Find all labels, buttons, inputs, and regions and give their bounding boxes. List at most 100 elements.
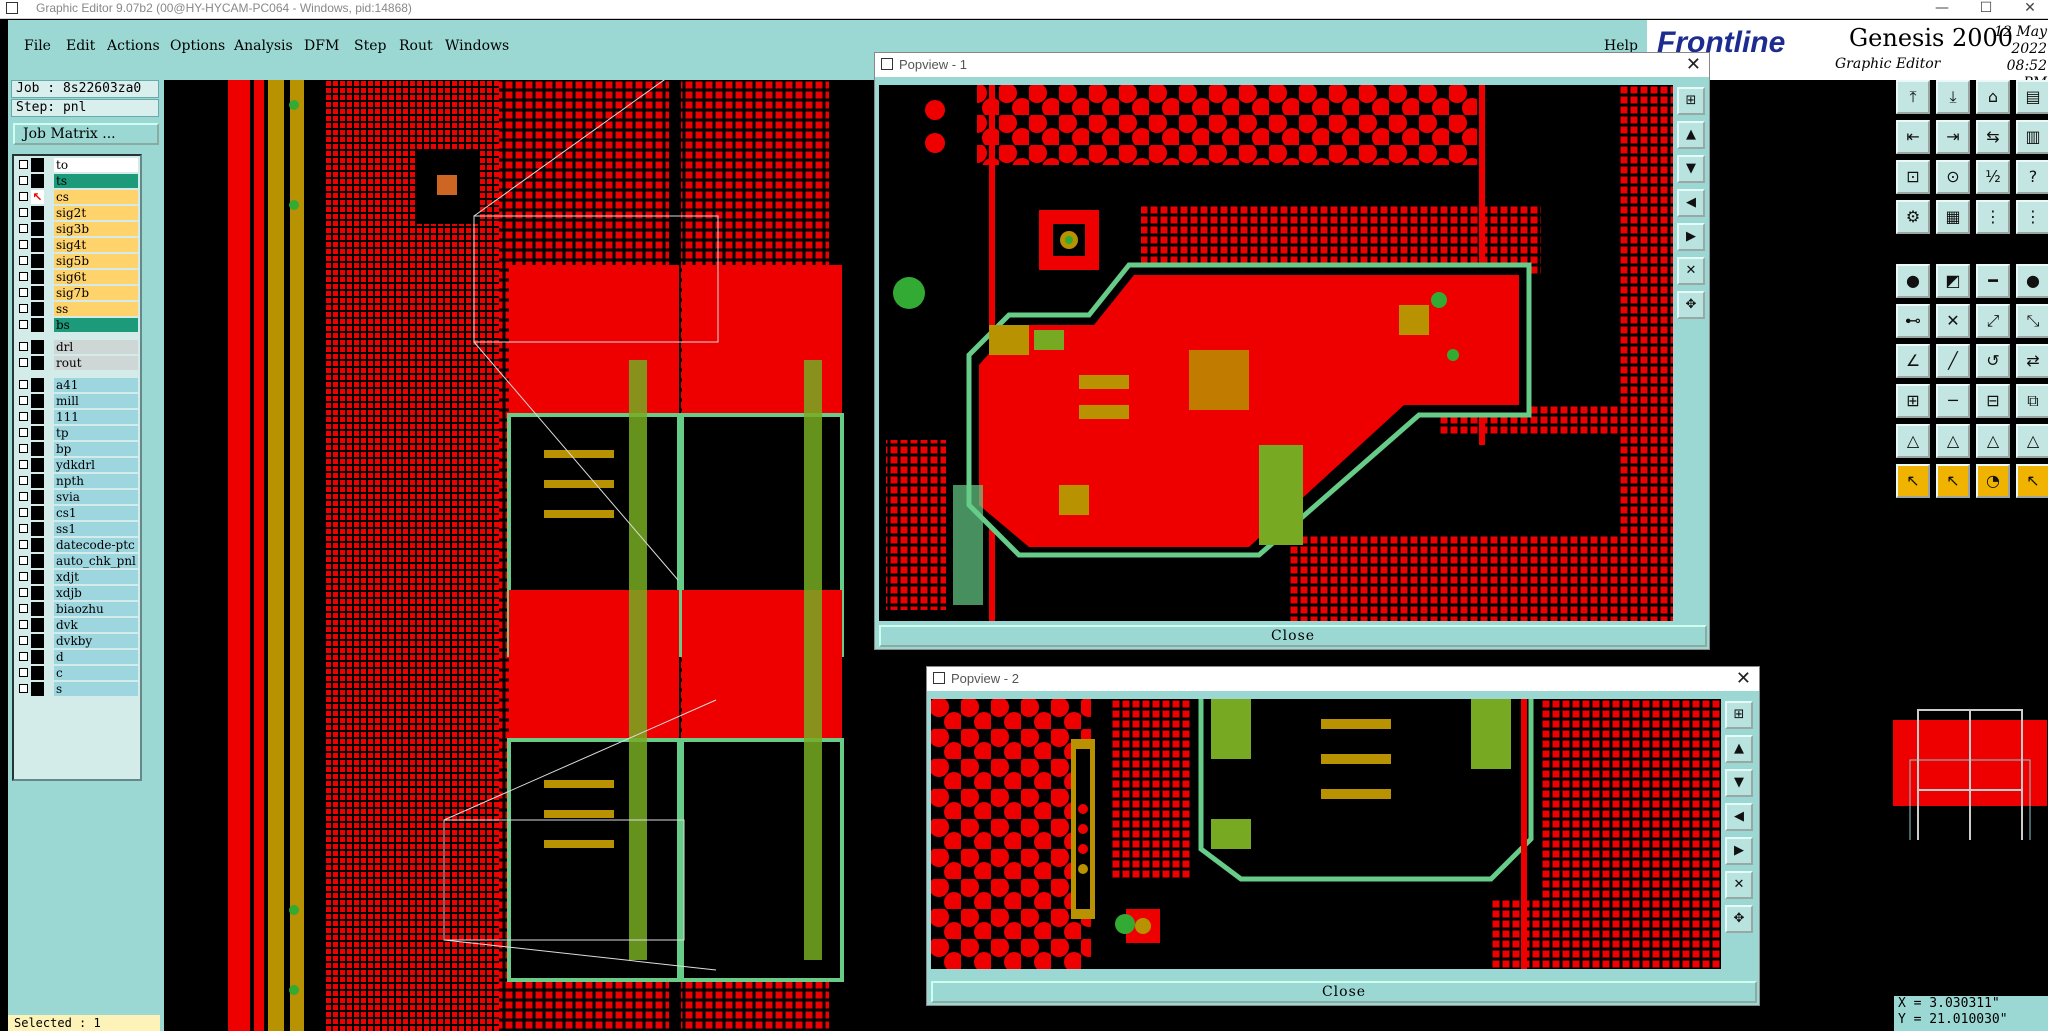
layer-marker[interactable] [31,174,44,188]
tool-9-2-icon[interactable]: ◔ [1976,464,2010,498]
popview-2-close-button[interactable]: Close [931,981,1757,1003]
tool-2-1-icon[interactable]: ⊙ [1936,160,1970,194]
tool-9-0-icon[interactable]: ↖ [1896,464,1930,498]
layer-marker[interactable] [31,410,44,424]
layer-name[interactable]: sig5b [54,254,138,268]
popview-1-close-button[interactable]: Close [879,625,1707,647]
layer-row-cs[interactable]: ↖ cs [14,190,140,204]
layer-name[interactable]: biaozhu [54,602,138,616]
tool-7-1-icon[interactable]: ─ [1936,384,1970,418]
layer-marker[interactable] [31,254,44,268]
tool-9-3-icon[interactable]: ↖ [2016,464,2048,498]
popview-1-zoom-in-icon[interactable]: ▲ [1677,121,1705,149]
layer-row-npth[interactable]: npth [14,474,140,488]
layer-name[interactable]: bp [54,442,138,456]
popview-2-zoom-in-icon[interactable]: ▲ [1725,735,1753,763]
layer-checkbox[interactable] [19,192,28,201]
menu-options[interactable]: Options [170,38,225,54]
tool-1-2-icon[interactable]: ⇆ [1976,120,2010,154]
tool-1-1-icon[interactable]: ⇥ [1936,120,1970,154]
tool-9-1-icon[interactable]: ↖ [1936,464,1970,498]
layer-row-a41[interactable]: a41 [14,378,140,392]
layer-checkbox[interactable] [19,160,28,169]
tool-1-0-icon[interactable]: ⇤ [1896,120,1930,154]
layer-checkbox[interactable] [19,476,28,485]
layer-row-ss[interactable]: ss [14,302,140,316]
menu-dfm[interactable]: DFM [304,38,339,54]
popview-1-zoom-fit-icon[interactable]: ⊞ [1677,87,1705,115]
tool-0-2-icon[interactable]: ⌂ [1976,80,2010,114]
tool-0-3-icon[interactable]: ▤ [2016,80,2048,114]
popview-2-canvas[interactable] [931,699,1721,969]
layer-row-111[interactable]: 111 [14,410,140,424]
layer-row-sig7b[interactable]: sig7b [14,286,140,300]
layer-checkbox[interactable] [19,524,28,533]
popview-1-home-icon[interactable]: ✥ [1677,291,1705,319]
layer-marker[interactable] [31,206,44,220]
tool-4-1-icon[interactable]: ◩ [1936,264,1970,298]
tool-4-0-icon[interactable]: ● [1896,264,1930,298]
popview-2-close-icon[interactable]: ✕ [1736,667,1751,691]
tool-3-3-icon[interactable]: ⋮ [2016,200,2048,234]
layer-name[interactable]: ss [54,302,138,316]
tool-5-2-icon[interactable]: ⤢ [1976,304,2010,338]
layer-checkbox[interactable] [19,492,28,501]
layer-name[interactable]: ss1 [54,522,138,536]
layer-row-sig3b[interactable]: sig3b [14,222,140,236]
layer-marker[interactable] [31,442,44,456]
layer-row-d[interactable]: d [14,650,140,664]
tool-2-3-icon[interactable]: ? [2016,160,2048,194]
layer-checkbox[interactable] [19,240,28,249]
layer-row-cs1[interactable]: cs1 [14,506,140,520]
popview-1-pan-left-icon[interactable]: ◀ [1677,189,1705,217]
tool-2-0-icon[interactable]: ⊡ [1896,160,1930,194]
layer-name[interactable]: datecode-ptc [54,538,138,552]
layer-marker[interactable] [31,474,44,488]
layer-row-dvkby[interactable]: dvkby [14,634,140,648]
layer-row-ts[interactable]: ts [14,174,140,188]
layer-checkbox[interactable] [19,380,28,389]
layer-marker[interactable] [31,650,44,664]
layer-row-xdjb[interactable]: xdjb [14,586,140,600]
layer-checkbox[interactable] [19,272,28,281]
minimize-button[interactable]: — [1922,0,1962,18]
layer-checkbox[interactable] [19,620,28,629]
layer-marker[interactable] [31,634,44,648]
layer-row-bs[interactable]: bs [14,318,140,332]
layer-name[interactable]: sig2t [54,206,138,220]
layer-row-xdjt[interactable]: xdjt [14,570,140,584]
layer-marker[interactable] [31,618,44,632]
layer-marker[interactable] [31,270,44,284]
layer-row-svia[interactable]: svia [14,490,140,504]
layer-checkbox[interactable] [19,288,28,297]
layer-row-auto_chk_pnl[interactable]: auto_chk_pnl [14,554,140,568]
layer-name[interactable]: to [54,158,138,172]
layer-checkbox[interactable] [19,540,28,549]
tool-4-2-icon[interactable]: ━ [1976,264,2010,298]
layer-marker[interactable] [31,506,44,520]
layer-marker[interactable] [31,522,44,536]
layer-checkbox[interactable] [19,556,28,565]
layer-checkbox[interactable] [19,604,28,613]
popview-2-pan-right-icon[interactable]: ▶ [1725,837,1753,865]
layer-checkbox[interactable] [19,588,28,597]
menu-analysis[interactable]: Analysis [234,38,293,54]
tool-6-0-icon[interactable]: ∠ [1896,344,1930,378]
layer-row-mill[interactable]: mill [14,394,140,408]
layer-row-sig5b[interactable]: sig5b [14,254,140,268]
tool-8-2-icon[interactable]: △ [1976,424,2010,458]
tool-0-1-icon[interactable]: ⤓ [1936,80,1970,114]
layer-row-sig2t[interactable]: sig2t [14,206,140,220]
layer-checkbox[interactable] [19,444,28,453]
layer-checkbox[interactable] [19,412,28,421]
tool-5-0-icon[interactable]: ⊷ [1896,304,1930,338]
popview-1-center-icon[interactable]: ✕ [1677,257,1705,285]
layer-marker[interactable] [31,356,44,370]
popview-2-zoom-fit-icon[interactable]: ⊞ [1725,701,1753,729]
tool-8-3-icon[interactable]: △ [2016,424,2048,458]
layer-marker[interactable] [31,340,44,354]
layer-checkbox[interactable] [19,572,28,581]
layer-checkbox[interactable] [19,208,28,217]
layer-checkbox[interactable] [19,224,28,233]
layer-name[interactable]: c [54,666,138,680]
